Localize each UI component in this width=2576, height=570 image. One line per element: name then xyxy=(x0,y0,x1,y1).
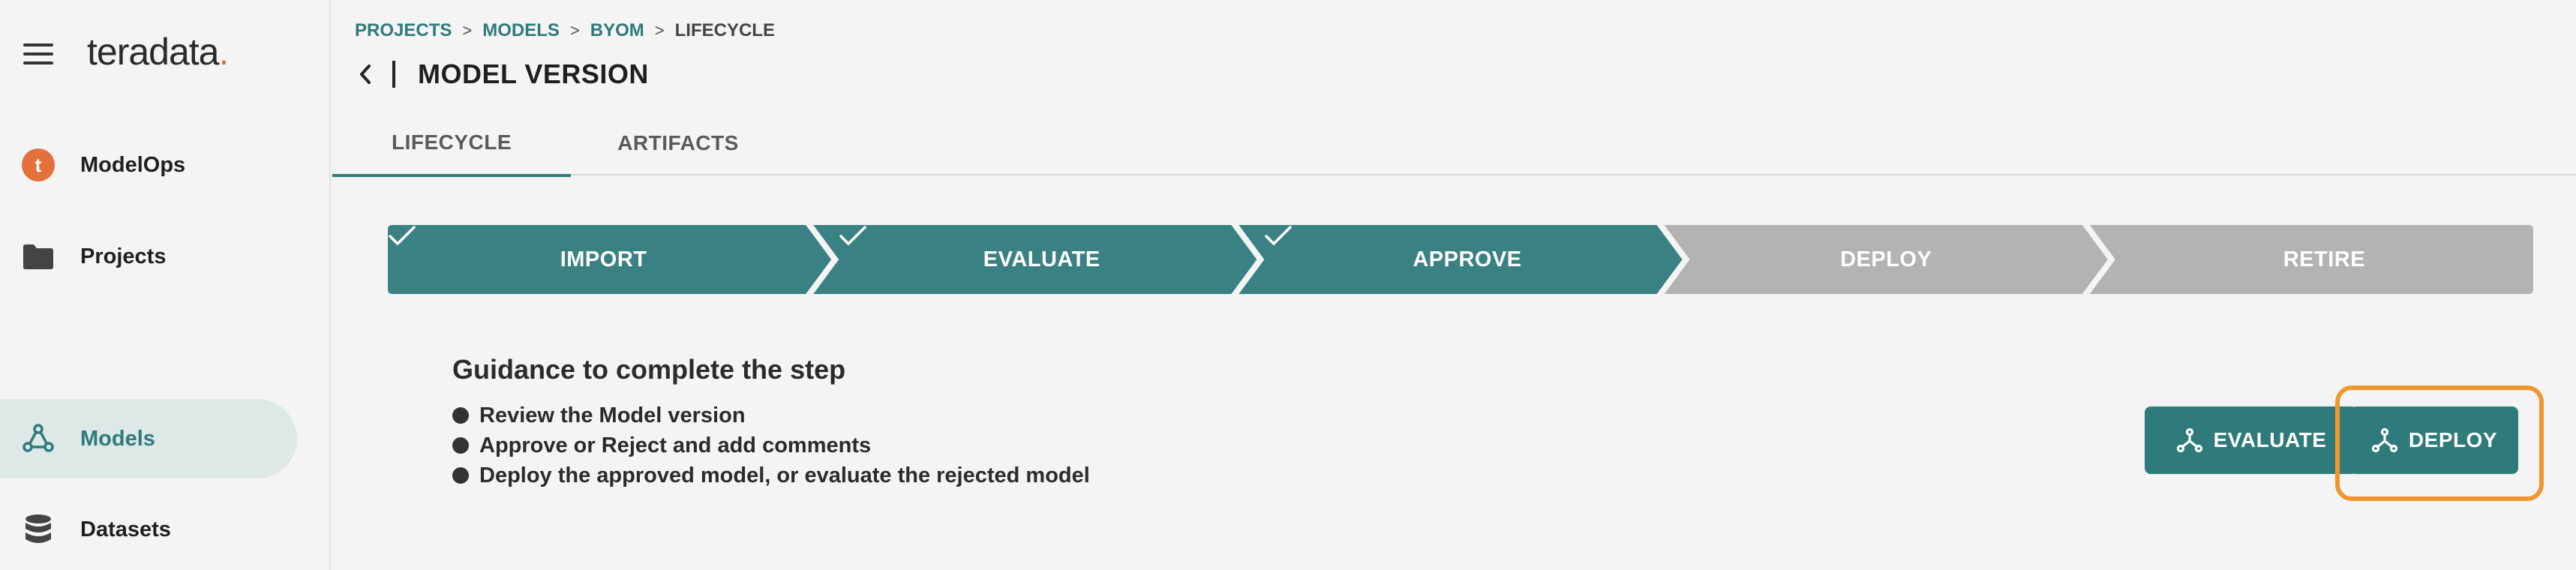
lifecycle-stepper: IMPORT EVALUATE APPROVE DEPLOY RETIRE xyxy=(388,225,2533,294)
deploy-button-label: DEPLOY xyxy=(2408,428,2498,452)
sidebar-item-label: Projects xyxy=(80,244,167,268)
bullet-icon xyxy=(452,407,469,424)
folder-icon xyxy=(21,239,56,274)
step-label-text: DEPLOY xyxy=(1840,247,1932,272)
step-label-text: RETIRE xyxy=(2283,247,2366,272)
tab-bar: LIFECYCLE ARTIFACTS xyxy=(332,111,2576,177)
app-root: teradata. t ModelOps Projects Models Dat… xyxy=(0,0,2576,570)
guidance-item: Approve or Reject and add comments xyxy=(452,430,1090,460)
step-label-text: IMPORT xyxy=(560,247,647,272)
modelops-logo-icon: t xyxy=(21,148,56,182)
step-deploy[interactable]: DEPLOY xyxy=(1690,225,2082,294)
tab-artifacts[interactable]: ARTIFACTS xyxy=(571,111,785,176)
breadcrumb-current: LIFECYCLE xyxy=(674,20,775,40)
tab-lifecycle[interactable]: LIFECYCLE xyxy=(332,111,571,177)
bullet-icon xyxy=(452,437,469,454)
deploy-button[interactable]: DEPLOY xyxy=(2350,406,2518,474)
teradata-logo[interactable]: teradata. xyxy=(87,30,229,74)
network-icon xyxy=(2176,428,2202,453)
step-import[interactable]: IMPORT xyxy=(388,225,806,294)
title-row: MODEL VERSION xyxy=(355,56,649,93)
sidebar-item-models[interactable]: Models xyxy=(0,399,297,478)
step-retire[interactable]: RETIRE xyxy=(2115,225,2533,294)
breadcrumb-byom[interactable]: BYOM xyxy=(590,20,644,41)
guidance-item: Review the Model version xyxy=(452,400,1090,430)
network-icon xyxy=(2371,428,2398,453)
breadcrumb-projects[interactable]: PROJECTS xyxy=(355,20,452,41)
sidebar: teradata. t ModelOps Projects Models Dat… xyxy=(0,0,331,570)
svg-text:t: t xyxy=(35,154,42,176)
sidebar-item-label: Models xyxy=(80,426,155,451)
step-evaluate[interactable]: EVALUATE xyxy=(839,225,1231,294)
guidance-title: Guidance to complete the step xyxy=(452,354,846,385)
menu-icon[interactable] xyxy=(23,44,53,66)
evaluate-button[interactable]: EVALUATE xyxy=(2145,406,2358,474)
step-approve[interactable]: APPROVE xyxy=(1264,225,1656,294)
title-divider xyxy=(392,61,395,88)
breadcrumb-separator: > xyxy=(569,21,580,40)
step-label-text: APPROVE xyxy=(1413,247,1522,272)
sidebar-item-modelops[interactable]: t ModelOps xyxy=(0,125,297,205)
evaluate-button-label: EVALUATE xyxy=(2213,428,2327,452)
breadcrumb-models[interactable]: MODELS xyxy=(482,20,560,41)
back-arrow-icon[interactable] xyxy=(355,59,376,89)
breadcrumb: PROJECTS > MODELS > BYOM > LIFECYCLE xyxy=(355,20,775,41)
breadcrumb-separator: > xyxy=(462,21,473,40)
bullet-icon xyxy=(452,467,469,484)
main-content: PROJECTS > MODELS > BYOM > LIFECYCLE MOD… xyxy=(332,0,2576,570)
guidance-item: Deploy the approved model, or evaluate t… xyxy=(452,460,1090,490)
breadcrumb-separator: > xyxy=(654,21,665,40)
sidebar-item-projects[interactable]: Projects xyxy=(0,217,297,296)
step-label-text: EVALUATE xyxy=(983,247,1100,272)
sidebar-item-label: Datasets xyxy=(80,517,171,542)
guidance-list: Review the Model version Approve or Reje… xyxy=(452,400,1090,490)
sidebar-item-label: ModelOps xyxy=(80,152,186,177)
sidebar-item-datasets[interactable]: Datasets xyxy=(0,490,297,569)
models-network-icon xyxy=(21,422,56,456)
database-icon xyxy=(21,512,56,547)
page-title: MODEL VERSION xyxy=(418,58,649,89)
